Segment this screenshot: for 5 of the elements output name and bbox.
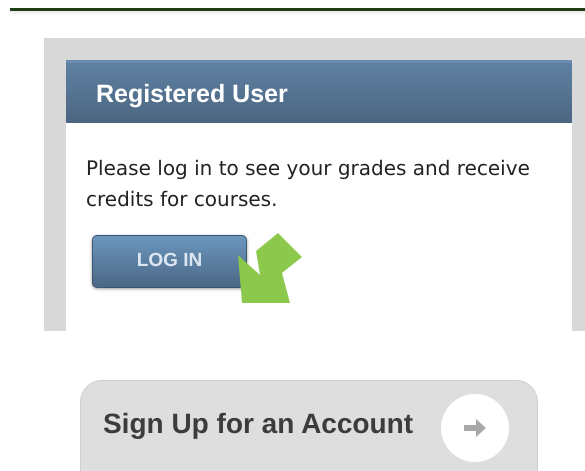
login-message: Please log in to see your grades and receive credits for courses. (86, 155, 531, 213)
pointer-arrow-icon (238, 233, 302, 305)
panel-title: Registered User (66, 63, 572, 123)
arrow-right-icon (462, 417, 488, 439)
signup-button[interactable]: Sign Up for an Account (80, 380, 538, 471)
